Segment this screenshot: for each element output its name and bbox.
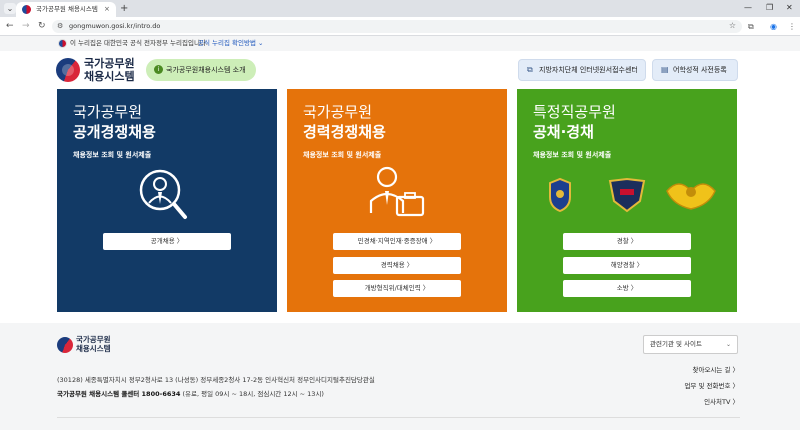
reload-icon[interactable]: ↻ — [38, 20, 46, 33]
maximize-icon[interactable]: ❐ — [766, 2, 773, 14]
local-gov-center-label: 지방자치단체 인터넷원서접수센터 — [539, 66, 638, 74]
gov-verify-link[interactable]: 공식 누리집 확인방법 ⌄ — [198, 38, 263, 49]
url-field[interactable]: ⚙ gongmuwon.gosi.kr/intro.do ☆ — [52, 20, 742, 33]
footer: 국가공무원 채용시스템 관련기관 및 사이트 ⌄ 찾아오시는 길 〉 업무 및 … — [0, 323, 800, 430]
fire-emblem-icon — [666, 183, 716, 210]
footer-logo-line2: 채용시스템 — [76, 344, 111, 353]
footer-divider — [57, 417, 740, 418]
close-window-icon[interactable]: ✕ — [786, 2, 793, 14]
site-info-icon[interactable]: ⚙ — [57, 21, 63, 32]
card-title-line2: 경력경쟁채용 — [303, 123, 386, 141]
career-recruit-button[interactable]: 경력채용 〉 — [333, 257, 461, 274]
profile-icon[interactable]: ◉ — [770, 20, 777, 33]
logo-line1: 국가공무원 — [84, 57, 135, 70]
logo-line2: 채용시스템 — [84, 70, 135, 83]
related-sites-select[interactable]: 관련기관 및 사이트 ⌄ — [643, 335, 738, 354]
footer-address: (30128) 세종특별자치시 정부2청사로 13 (나성동) 정부세종2청사 … — [57, 376, 375, 384]
coast-guard-button[interactable]: 해양경찰 〉 — [563, 257, 691, 274]
card-title-line1: 국가공무원 — [73, 103, 143, 121]
card-subtitle: 채용정보 조회 및 원서제출 — [73, 151, 152, 159]
police-emblem-icon — [549, 177, 571, 213]
fire-service-button[interactable]: 소방 〉 — [563, 280, 691, 297]
card-special-service: 특정직공무원 공채·경채 채용정보 조회 및 원서제출 경찰 〉 해양경찰 〉 … — [517, 89, 737, 312]
browser-tabbar: ⌄ 국가공무원 채용시스템 × + — ❐ ✕ — [0, 0, 800, 17]
related-sites-label: 관련기관 및 사이트 — [650, 340, 702, 348]
forward-icon[interactable]: → — [22, 20, 30, 33]
career-special-button[interactable]: 민경채·지역인재·중증장애 〉 — [333, 233, 461, 250]
footer-logo-line1: 국가공무원 — [76, 335, 111, 344]
gov-banner: 이 누리집은 대한민국 공식 전자정부 누리집입니다. 공식 누리집 확인방법 … — [0, 36, 800, 51]
card-career-competition: 국가공무원 경력경쟁채용 채용정보 조회 및 원서제출 민경채·지역인재·중증장… — [287, 89, 507, 312]
tab-close-icon[interactable]: × — [104, 4, 110, 15]
card-subtitle: 채용정보 조회 및 원서제출 — [303, 151, 382, 159]
external-link-icon: ⧉ — [527, 65, 533, 74]
worker-briefcase-icon — [369, 166, 425, 217]
gov-banner-text: 이 누리집은 대한민국 공식 전자정부 누리집입니다. — [70, 39, 208, 47]
new-tab-icon[interactable]: + — [120, 2, 128, 15]
chevron-down-icon: ⌄ — [725, 341, 731, 348]
language-score-button[interactable]: ▤ 어학성적 사전등록 — [652, 59, 738, 81]
open-recruit-button[interactable]: 공개채용 〉 — [103, 233, 231, 250]
tab-title: 국가공무원 채용시스템 — [36, 5, 98, 13]
minimize-icon[interactable]: — — [744, 2, 752, 14]
intro-button[interactable]: i 국가공무원채용시스템 소개 — [146, 59, 256, 81]
card-open-competition: 국가공무원 공개경쟁채용 채용정보 조회 및 원서제출 공개채용 〉 — [57, 89, 277, 312]
call-center-label: 국가공무원 채용시스템 콜센터 1800-6634 — [57, 390, 181, 398]
favicon-icon — [22, 5, 31, 14]
card-subtitle: 채용정보 조회 및 원서제출 — [533, 151, 612, 159]
local-gov-center-button[interactable]: ⧉ 지방자치단체 인터넷원서접수센터 — [518, 59, 646, 81]
browser-tab[interactable]: 국가공무원 채용시스템 × — [16, 2, 116, 17]
police-button[interactable]: 경찰 〉 — [563, 233, 691, 250]
document-icon: ▤ — [661, 65, 669, 74]
footer-logo: 국가공무원 채용시스템 — [57, 335, 117, 355]
coast-guard-emblem-icon — [608, 177, 646, 213]
directions-link[interactable]: 찾아오시는 길 〉 — [692, 365, 739, 375]
call-center-info: 국가공무원 채용시스템 콜센터 1800-6634 (유료, 평일 09시 ~ … — [57, 389, 324, 399]
magnifier-person-icon — [139, 169, 187, 219]
contact-directory-link[interactable]: 업무 및 전화번호 〉 — [684, 381, 739, 391]
back-icon[interactable]: ← — [6, 20, 14, 33]
extensions-icon[interactable]: ⧉ — [748, 20, 754, 33]
language-score-label: 어학성적 사전등록 — [673, 66, 727, 74]
card-title-line1: 특정직공무원 — [533, 103, 616, 121]
korea-flag-icon — [58, 39, 67, 48]
address-bar: ← → ↻ ⚙ gongmuwon.gosi.kr/intro.do ☆ ⧉ ◉… — [0, 17, 800, 36]
call-center-hours: (유료, 평일 09시 ~ 18시, 점심시간 12시 ~ 13시) — [180, 390, 324, 398]
logo-emblem-icon — [56, 58, 80, 82]
tab-search-icon[interactable]: ⌄ — [4, 3, 16, 14]
mpm-tv-link[interactable]: 인사처TV 〉 — [704, 397, 739, 407]
intro-button-label: 국가공무원채용시스템 소개 — [166, 66, 246, 74]
card-title-line1: 국가공무원 — [303, 103, 373, 121]
service-emblems — [549, 177, 716, 213]
card-title-line2: 공채·경채 — [533, 123, 594, 141]
site-logo[interactable]: 국가공무원 채용시스템 — [56, 57, 146, 85]
card-title-line2: 공개경쟁채용 — [73, 123, 156, 141]
open-position-button[interactable]: 개방형직위/대체인력 〉 — [333, 280, 461, 297]
url-text: gongmuwon.gosi.kr/intro.do — [69, 22, 161, 30]
footer-logo-emblem-icon — [57, 337, 73, 353]
info-icon: i — [154, 65, 163, 74]
menu-dots-icon[interactable]: ⋮ — [788, 20, 796, 33]
bookmark-star-icon[interactable]: ☆ — [729, 20, 736, 32]
